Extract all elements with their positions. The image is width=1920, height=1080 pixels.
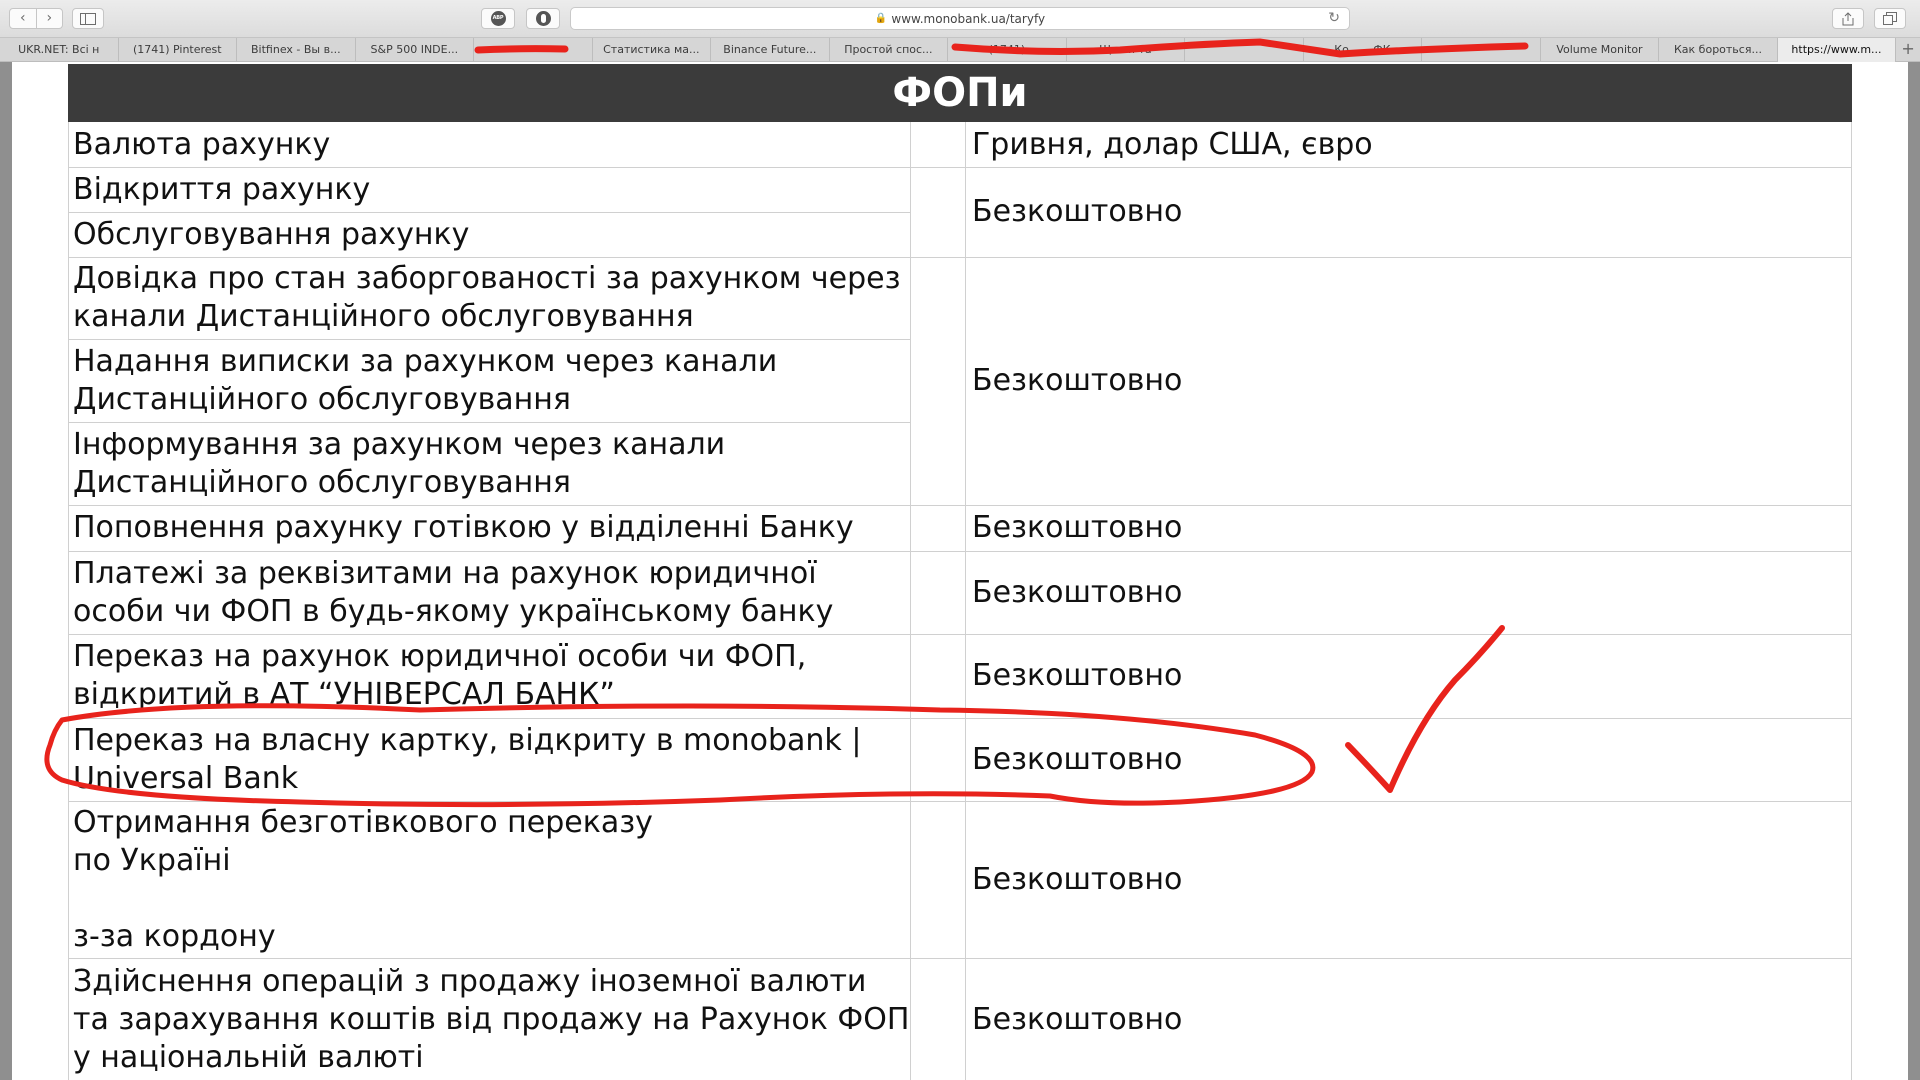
adblock-icon: ABP bbox=[490, 11, 506, 26]
row-value: Безкоштовно bbox=[972, 741, 1183, 777]
tab[interactable] bbox=[474, 38, 593, 62]
table-header: ФОПи bbox=[68, 64, 1852, 122]
tab-strip: UKR.NET: Всі н (1741) Pinterest Bitfinex… bbox=[0, 38, 1920, 62]
tab[interactable]: Статистика ма... bbox=[593, 38, 712, 62]
row-label: Переказ на рахунок юридичної особи чи ФО… bbox=[73, 639, 807, 712]
reload-icon[interactable]: ↻ bbox=[1328, 10, 1340, 26]
tariff-table: ФОПи Валюта рахунку Відкриття рахунку Об… bbox=[68, 64, 1852, 1080]
share-icon bbox=[1842, 11, 1854, 25]
row-value: Безкоштовно bbox=[972, 1001, 1183, 1037]
tab[interactable]: Простой спос... bbox=[830, 38, 949, 62]
privacy-icon bbox=[535, 11, 551, 26]
column-divider bbox=[910, 122, 911, 1080]
row-value: Безкоштовно bbox=[972, 363, 1183, 398]
row-label: Інформування за рахунком через канали Ди… bbox=[73, 426, 726, 500]
tab[interactable]: Как бороться... bbox=[1659, 38, 1778, 62]
tab-active[interactable]: https://www.m... bbox=[1777, 38, 1897, 62]
tab[interactable]: Ко... ...ФК bbox=[1304, 38, 1423, 62]
url-text: www.monobank.ua/taryfy bbox=[891, 11, 1046, 26]
tab[interactable]: (1741) Pinterest bbox=[119, 38, 238, 62]
row-value: Безкоштовно bbox=[972, 658, 1183, 693]
tab[interactable]: UKR.NET: Всі н bbox=[0, 38, 119, 62]
row-sublabel: по Україні bbox=[73, 843, 231, 878]
row-label-group: Отримання безготівкового переказу по Укр… bbox=[73, 804, 910, 956]
row-value: Безкоштовно bbox=[972, 861, 1183, 897]
tab[interactable]: Binance Future... bbox=[711, 38, 830, 62]
tab[interactable]: (1741) bbox=[948, 38, 1067, 62]
address-bar[interactable]: 🔒 www.monobank.ua/taryfy ↻ bbox=[570, 7, 1350, 30]
row-label: Обслуговування рахунку bbox=[73, 216, 470, 252]
row-label: Отримання безготівкового переказу bbox=[73, 805, 653, 840]
page-content: ФОПи Валюта рахунку Відкриття рахунку Об… bbox=[12, 62, 1908, 1080]
row-label: Довідка про стан заборгованості за рахун… bbox=[73, 261, 901, 334]
tabs-overview-icon bbox=[1883, 12, 1897, 25]
sidebar-icon bbox=[80, 12, 96, 25]
show-tabs-button[interactable] bbox=[1874, 8, 1906, 29]
row-label: Валюта рахунку bbox=[73, 126, 331, 162]
row-value: Гривня, долар США, євро bbox=[972, 126, 1373, 162]
row-value: Безкоштовно bbox=[972, 510, 1183, 545]
tab[interactable]: Volume Monitor bbox=[1541, 38, 1660, 62]
tab[interactable] bbox=[1422, 38, 1541, 62]
page-gutter-right bbox=[1908, 62, 1920, 1080]
page-gutter-left bbox=[0, 62, 12, 1080]
row-label: Платежі за реквізитами на рахунок юридич… bbox=[73, 555, 834, 629]
share-button[interactable] bbox=[1832, 8, 1864, 29]
adblock-button[interactable]: ABP bbox=[481, 8, 515, 29]
new-tab-icon[interactable]: + bbox=[1896, 38, 1920, 61]
row-label: Здійснення операцій з продажу іноземної … bbox=[73, 963, 910, 1075]
back-icon[interactable]: ‹ bbox=[10, 9, 36, 28]
row-label: Надання виписки за рахунком через канали… bbox=[73, 343, 778, 417]
browser-toolbar: ‹ › ABP 🔒 www.monobank.ua/taryfy ↻ bbox=[0, 0, 1920, 38]
table-grid: Валюта рахунку Відкриття рахунку Обслуго… bbox=[68, 122, 1852, 1080]
row-label: Поповнення рахунку готівкою у відділенні… bbox=[73, 510, 854, 545]
nav-buttons: ‹ › bbox=[9, 8, 63, 29]
privacy-extension-button[interactable] bbox=[526, 8, 560, 29]
tab[interactable]: S&P 500 INDE... bbox=[356, 38, 475, 62]
row-value: Безкоштовно bbox=[972, 574, 1183, 610]
row-sublabel: з-за кордону bbox=[73, 919, 276, 954]
table-border bbox=[1851, 122, 1852, 1080]
lock-icon: 🔒 bbox=[874, 13, 888, 24]
tab[interactable] bbox=[1185, 38, 1304, 62]
sidebar-toggle-button[interactable] bbox=[72, 8, 104, 29]
row-value: Безкоштовно bbox=[972, 194, 1183, 229]
tab[interactable]: Bitfinex - Вы в... bbox=[237, 38, 356, 62]
forward-icon[interactable]: › bbox=[35, 9, 63, 28]
tab[interactable]: Що ви та bbox=[1067, 38, 1186, 62]
row-label: Переказ на власну картку, відкриту в mon… bbox=[73, 722, 862, 796]
row-label: Відкриття рахунку bbox=[73, 171, 371, 207]
